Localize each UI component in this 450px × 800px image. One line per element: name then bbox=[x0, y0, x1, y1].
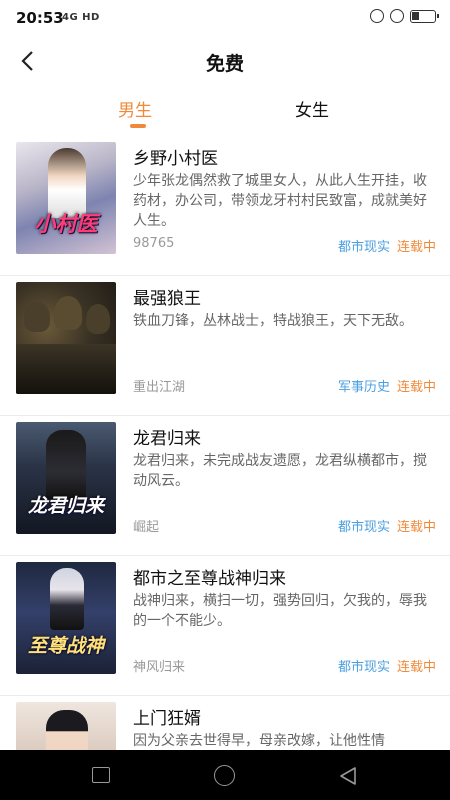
clock-icon bbox=[390, 9, 404, 23]
book-description: 铁血刀锋，丛林战士，特战狼王，天下无敌。 bbox=[133, 313, 413, 329]
book-cover bbox=[16, 702, 116, 750]
book-author: 98765 bbox=[133, 236, 175, 251]
home-button[interactable] bbox=[214, 765, 235, 786]
book-tags: 都市现实 连载中 bbox=[338, 656, 436, 675]
book-title: 龙君归来 bbox=[133, 429, 201, 449]
book-category: 都市现实 bbox=[337, 660, 390, 675]
header: 免费 bbox=[0, 36, 450, 86]
tab-male[interactable]: 男生 bbox=[118, 96, 152, 121]
system-nav-bar bbox=[0, 750, 450, 800]
tab-active-indicator bbox=[130, 124, 146, 128]
book-description: 少年张龙偶然救了城里女人，从此人生开挂，收药材，办公司，带领龙牙村村民致富，成就… bbox=[133, 173, 427, 229]
cover-title-text: 龙君归来 bbox=[27, 495, 104, 517]
book-title: 上门狂婿 bbox=[133, 709, 201, 729]
nav-back-icon[interactable] bbox=[337, 765, 359, 787]
book-item[interactable]: 上门狂婿 因为父亲去世得早，母亲改嫁，让他性情 bbox=[0, 696, 450, 750]
book-item[interactable]: 最强狼王 铁血刀锋，丛林战士，特战狼王，天下无敌。 重出江湖 军事历史 连载中 bbox=[0, 276, 450, 416]
book-description: 因为父亲去世得早，母亲改嫁，让他性情 bbox=[133, 733, 385, 749]
recent-apps-button[interactable] bbox=[92, 767, 110, 783]
book-cover: 至尊战神 bbox=[16, 562, 116, 674]
book-item[interactable]: 至尊战神 都市之至尊战神归来 战神归来，横扫一切，强势回归，欠我的，辱我的一个不… bbox=[0, 556, 450, 696]
battery-icon bbox=[410, 9, 439, 23]
book-cover: 龙君归来 bbox=[16, 422, 116, 534]
book-status: 连载中 bbox=[396, 240, 436, 255]
book-title: 乡野小村医 bbox=[133, 149, 218, 169]
book-category: 都市现实 bbox=[337, 240, 390, 255]
book-status: 连载中 bbox=[396, 520, 436, 535]
book-author: 重出江湖 bbox=[133, 380, 186, 395]
book-list: 小村医 乡野小村医 少年张龙偶然救了城里女人，从此人生开挂，收药材，办公司，带领… bbox=[0, 136, 450, 750]
book-item[interactable]: 小村医 乡野小村医 少年张龙偶然救了城里女人，从此人生开挂，收药材，办公司，带领… bbox=[0, 136, 450, 276]
book-cover: 小村医 bbox=[16, 142, 116, 254]
tab-female[interactable]: 女生 bbox=[295, 96, 329, 121]
network-indicator: 4G HD bbox=[62, 12, 100, 23]
status-time: 20:53 bbox=[16, 9, 64, 27]
book-author: 崛起 bbox=[133, 520, 160, 535]
status-icons bbox=[370, 9, 439, 23]
book-description: 龙君归来，未完成战友遗愿，龙君纵横都市，搅动风云。 bbox=[133, 453, 427, 489]
status-bar: 20:53 4G HD bbox=[0, 0, 450, 36]
book-description: 战神归来，横扫一切，强势回归，欠我的，辱我的一个不能少。 bbox=[133, 593, 427, 629]
book-tags: 军事历史 连载中 bbox=[338, 376, 436, 395]
book-item[interactable]: 龙君归来 龙君归来 龙君归来，未完成战友遗愿，龙君纵横都市，搅动风云。 崛起 都… bbox=[0, 416, 450, 556]
book-category: 都市现实 bbox=[337, 520, 390, 535]
book-category: 军事历史 bbox=[337, 380, 390, 395]
book-title: 都市之至尊战神归来 bbox=[133, 569, 286, 589]
book-author: 神风归来 bbox=[133, 660, 186, 675]
book-tags: 都市现实 连载中 bbox=[338, 516, 436, 535]
book-tags: 都市现实 连载中 bbox=[338, 236, 436, 255]
alarm-icon bbox=[370, 9, 384, 23]
page-title: 免费 bbox=[205, 53, 244, 75]
cover-title-text: 小村医 bbox=[34, 212, 98, 236]
book-cover bbox=[16, 282, 116, 394]
book-title: 最强狼王 bbox=[133, 289, 201, 309]
gender-tabs: 男生 女生 bbox=[0, 86, 450, 136]
book-status: 连载中 bbox=[396, 660, 436, 675]
book-status: 连载中 bbox=[396, 380, 436, 395]
cover-title-text: 至尊战神 bbox=[27, 635, 104, 657]
